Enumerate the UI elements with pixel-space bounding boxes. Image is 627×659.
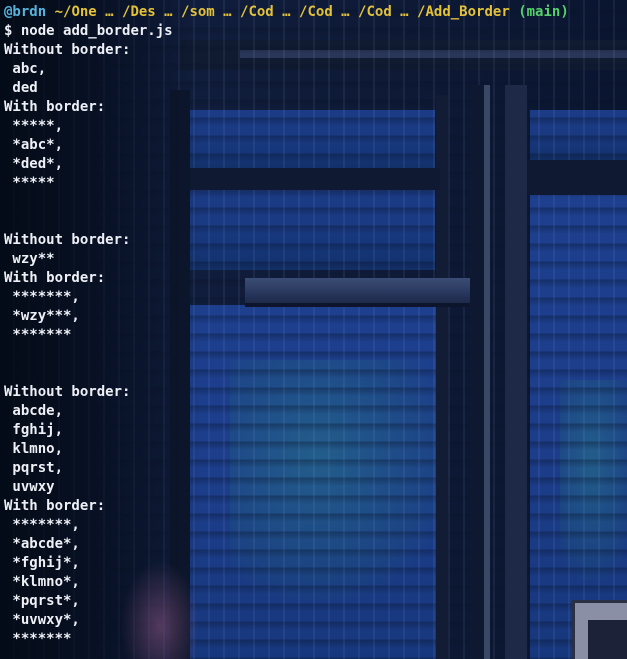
prompt-symbol: $ <box>4 23 13 39</box>
output-line: fghij, <box>4 422 64 438</box>
terminal-window[interactable]: @brdn ~/One … /Des … /som … /Cod … /Cod … <box>0 0 627 659</box>
output-line: *******, <box>4 289 80 305</box>
output-line: wzy** <box>4 251 55 267</box>
output-line: klmno, <box>4 441 64 457</box>
output-line: With border: <box>4 270 106 286</box>
output-line: *uvwxy*, <box>4 612 80 628</box>
program-output: Without border: abc, ded With border: ***… <box>4 41 569 649</box>
output-line: With border: <box>4 99 106 115</box>
git-branch-badge: (main) <box>518 4 569 20</box>
output-line: *******, <box>4 517 80 533</box>
output-line: Without border: <box>4 42 131 58</box>
output-line: uvwxy <box>4 479 55 495</box>
command-line: $ node add_border.js <box>4 22 569 41</box>
command-text: node add_border.js <box>20 23 173 39</box>
output-line: ******* <box>4 327 72 343</box>
output-line: ******* <box>4 631 72 647</box>
prompt-path: ~/One … /Des … /som … /Cod … /Cod … /Cod… <box>54 4 510 20</box>
output-line: *pqrst*, <box>4 593 80 609</box>
output-line: ***** <box>4 175 55 191</box>
output-line: Without border: <box>4 384 131 400</box>
output-line: *****, <box>4 118 64 134</box>
output-line: abcde, <box>4 403 64 419</box>
output-line: Without border: <box>4 232 131 248</box>
output-line: *ded*, <box>4 156 64 172</box>
prompt-line: @brdn ~/One … /Des … /som … /Cod … /Cod … <box>4 3 569 22</box>
output-line: With border: <box>4 498 106 514</box>
output-line: pqrst, <box>4 460 64 476</box>
prompt-user: @brdn <box>4 4 47 20</box>
output-line: *fghij*, <box>4 555 80 571</box>
terminal-output[interactable]: @brdn ~/One … /Des … /som … /Cod … /Cod … <box>4 3 569 649</box>
output-line: *wzy***, <box>4 308 80 324</box>
output-line: *abcde*, <box>4 536 80 552</box>
output-line: *klmno*, <box>4 574 80 590</box>
output-line: abc, <box>4 61 47 77</box>
output-line: *abc*, <box>4 137 64 153</box>
output-line: ded <box>4 80 38 96</box>
